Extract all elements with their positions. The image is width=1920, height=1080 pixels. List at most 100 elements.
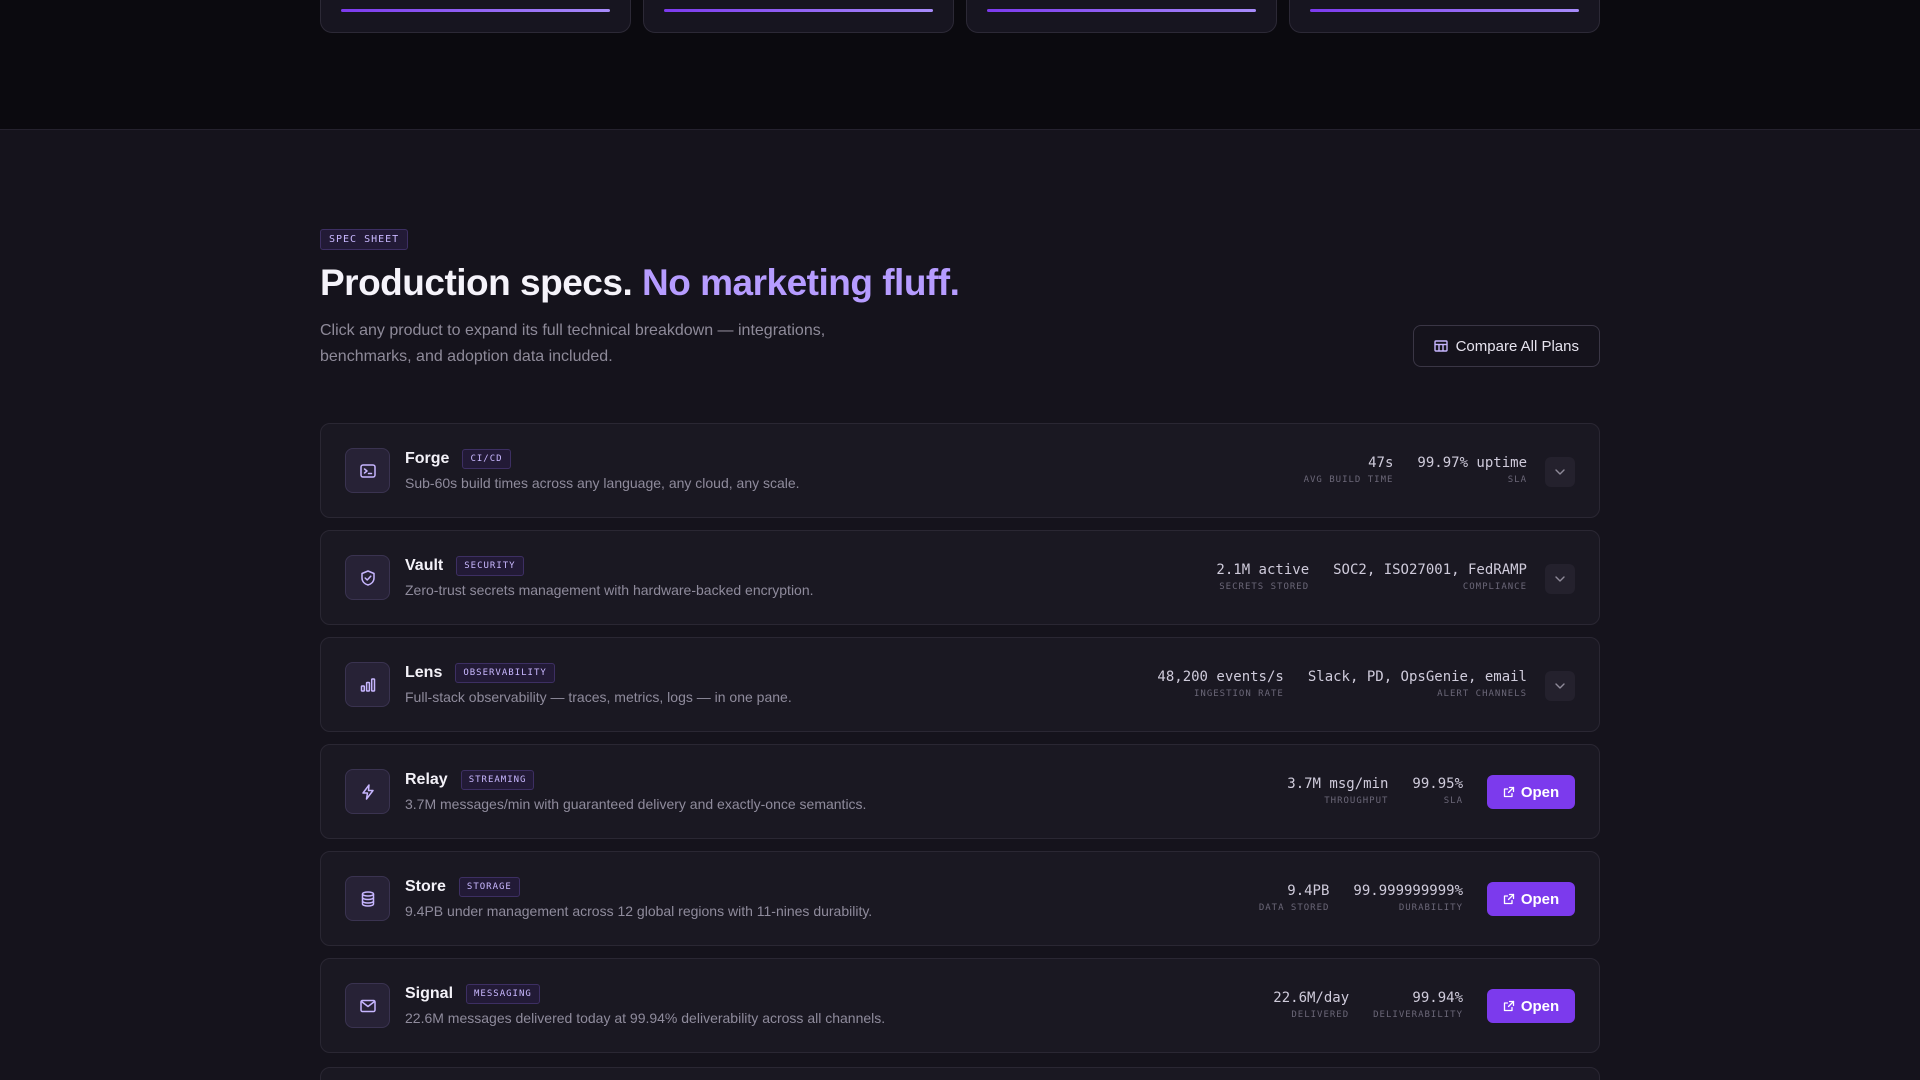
- product-tag: MESSAGING: [466, 984, 540, 1004]
- compare-all-plans-button[interactable]: Compare All Plans: [1412, 325, 1600, 367]
- product-row-lens[interactable]: Lens OBSERVABILITY Full-stack observabil…: [320, 637, 1600, 732]
- metric: 99.94% DELIVERABILITY: [1373, 990, 1463, 1020]
- expand-button[interactable]: [1545, 564, 1575, 594]
- metric-label: ALERT CHANNELS: [1437, 689, 1527, 699]
- terminal-icon: [345, 448, 390, 493]
- metric-value: 22.6M/day: [1273, 990, 1350, 1006]
- product-description: 3.7M messages/min with guaranteed delive…: [405, 796, 867, 812]
- product-description: Sub-60s build times across any language,…: [405, 475, 800, 491]
- database-icon: [345, 876, 390, 921]
- product-header: Vault SECURITY: [405, 556, 524, 576]
- product-metrics: 3.7M msg/min THROUGHPUT 99.95% SLA: [1287, 776, 1463, 806]
- external-link-icon: [1503, 1000, 1515, 1012]
- metric-value: 3.7M msg/min: [1287, 776, 1389, 792]
- product-metrics: 48,200 events/s INGESTION RATE Slack, PD…: [1157, 669, 1527, 699]
- chevron-down-icon: [1554, 575, 1566, 583]
- expand-button[interactable]: [1545, 457, 1575, 487]
- product-row-signal[interactable]: Signal MESSAGING 22.6M messages delivere…: [320, 958, 1600, 1053]
- metric: 99.95% SLA: [1412, 776, 1463, 806]
- metric: 47s AVG BUILD TIME: [1304, 455, 1394, 485]
- headline-accent: No marketing fluff.: [642, 262, 960, 303]
- metric-value: 99.95%: [1412, 776, 1463, 792]
- bar-chart-icon: [345, 662, 390, 707]
- metric: 3.7M msg/min THROUGHPUT: [1287, 776, 1388, 806]
- metric: SOC2, ISO27001, FedRAMP COMPLIANCE: [1333, 562, 1527, 592]
- metric-label: SLA: [1443, 796, 1463, 806]
- product-row-vault[interactable]: Vault SECURITY Zero-trust secrets manage…: [320, 530, 1600, 625]
- metric-label: DELIVERED: [1291, 1010, 1350, 1020]
- section-subtitle: Click any product to expand its full tec…: [320, 322, 826, 365]
- metric: 99.97% uptime SLA: [1417, 455, 1527, 485]
- open-button[interactable]: Open: [1487, 989, 1575, 1023]
- page-title: Production specs. No marketing fluff.: [320, 261, 1600, 305]
- top-card: [1289, 0, 1600, 33]
- metric-label: DELIVERABILITY: [1373, 1010, 1463, 1020]
- metric-label: COMPLIANCE: [1462, 582, 1527, 592]
- product-tag: CI/CD: [462, 449, 511, 469]
- product-header: Lens OBSERVABILITY: [405, 663, 555, 683]
- metric-value: SOC2, ISO27001, FedRAMP: [1333, 562, 1527, 578]
- product-metrics: 9.4PB DATA STORED 99.999999999% DURABILI…: [1259, 883, 1463, 913]
- metric-label: DURABILITY: [1398, 903, 1463, 913]
- product-description: 22.6M messages delivered today at 99.94%…: [405, 1010, 886, 1026]
- section-eyebrow: SPEC SHEET: [320, 229, 409, 250]
- chevron-down-icon: [1554, 682, 1566, 690]
- metric-value: 99.999999999%: [1353, 883, 1463, 899]
- headline-main: Production specs.: [320, 262, 633, 303]
- product-tag: STORAGE: [458, 877, 520, 897]
- compare-label: Compare All Plans: [1455, 337, 1579, 355]
- product-description: Full-stack observability — traces, metri…: [405, 689, 792, 705]
- product-description: 9.4PB under management across 12 global …: [405, 903, 873, 919]
- product-tag: STREAMING: [460, 770, 535, 790]
- metric: 2.1M active SECRETS STORED: [1216, 562, 1309, 592]
- metric-value: 48,200 events/s: [1157, 669, 1284, 685]
- top-card: [966, 0, 1277, 33]
- metric-value: 47s: [1368, 455, 1394, 471]
- metric-label: INGESTION RATE: [1193, 689, 1284, 699]
- product-header: Signal MESSAGING: [405, 984, 540, 1004]
- product-name: Relay: [405, 771, 448, 788]
- product-metrics: 22.6M/day DELIVERED 99.94% DELIVERABILIT…: [1273, 990, 1463, 1020]
- product-row-relay[interactable]: Relay STREAMING 3.7M messages/min with g…: [320, 744, 1600, 839]
- metric: Slack, PD, OpsGenie, email ALERT CHANNEL…: [1308, 669, 1527, 699]
- lightning-icon: [345, 769, 390, 814]
- open-button[interactable]: Open: [1487, 882, 1575, 916]
- progress-bar: [664, 9, 933, 12]
- metric: 99.999999999% DURABILITY: [1353, 883, 1463, 913]
- chevron-down-icon: [1554, 468, 1566, 476]
- product-metrics: 47s AVG BUILD TIME 99.97% uptime SLA: [1304, 455, 1527, 485]
- top-card: [320, 0, 631, 33]
- progress-bar: [987, 9, 1256, 12]
- shield-check-icon: [345, 555, 390, 600]
- table-icon: [1433, 340, 1448, 352]
- top-band: [0, 0, 1920, 130]
- product-name: Vault: [405, 557, 444, 574]
- top-card: [643, 0, 954, 33]
- progress-bar: [1310, 9, 1579, 12]
- product-row-forge[interactable]: Forge CI/CD Sub-60s build times across a…: [320, 423, 1600, 518]
- open-label: Open: [1520, 997, 1560, 1015]
- expand-button[interactable]: [1545, 671, 1575, 701]
- product-header: Store STORAGE: [405, 877, 520, 897]
- product-row-store[interactable]: Store STORAGE 9.4PB under management acr…: [320, 851, 1600, 946]
- product-row-partial[interactable]: [320, 1067, 1600, 1080]
- progress-bar: [341, 9, 610, 12]
- product-list: Forge CI/CD Sub-60s build times across a…: [320, 423, 1600, 1065]
- open-label: Open: [1520, 783, 1560, 801]
- product-tag: OBSERVABILITY: [455, 663, 555, 683]
- mail-icon: [345, 983, 390, 1028]
- spec-sheet-section: SPEC SHEET Production specs. No marketin…: [320, 229, 1600, 370]
- metric-value: 2.1M active: [1216, 562, 1310, 578]
- product-metrics: 2.1M active SECRETS STORED SOC2, ISO2700…: [1216, 562, 1527, 592]
- external-link-icon: [1503, 786, 1515, 798]
- metric-label: AVG BUILD TIME: [1303, 475, 1394, 485]
- metric-label: THROUGHPUT: [1324, 796, 1389, 806]
- metric: 22.6M/day DELIVERED: [1273, 990, 1349, 1020]
- metric-label: SLA: [1507, 475, 1527, 485]
- metric-value: 99.97% uptime: [1417, 455, 1527, 471]
- metric-value: Slack, PD, OpsGenie, email: [1307, 669, 1527, 685]
- metric-value: 99.94%: [1412, 990, 1463, 1006]
- metric-label: DATA STORED: [1258, 903, 1330, 913]
- open-button[interactable]: Open: [1487, 775, 1575, 809]
- product-name: Store: [405, 878, 446, 895]
